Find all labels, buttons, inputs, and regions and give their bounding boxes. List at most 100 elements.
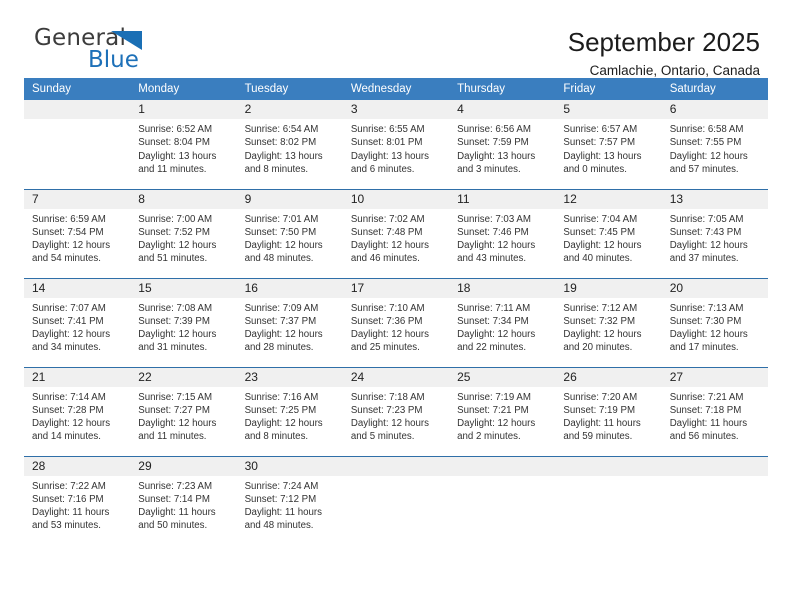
- sunset-line: Sunset: 7:18 PM: [669, 404, 742, 416]
- daylight-line-2: and 57 minutes.: [669, 163, 739, 175]
- day-cell-23[interactable]: 23 Sunrise: 7:16 AM Sunset: 7:25 PM Dayligh…: [236, 366, 343, 456]
- sunrise-line: Sunrise: 7:23 AM: [138, 480, 213, 492]
- calendar-week-row: 7 Sunrise: 6:59 AM Sunset: 7:54 PM Daylight…: [24, 188, 768, 278]
- day-cell-22[interactable]: 22 Sunrise: 7:15 AM Sunset: 7:27 PM Dayligh…: [130, 366, 237, 456]
- day-number: 28: [24, 456, 131, 476]
- day-number: 7: [24, 189, 131, 209]
- day-details: Sunrise: 7:07 AM Sunset: 7:41 PM Daylight:…: [24, 298, 130, 355]
- daylight-line-2: and 54 minutes.: [32, 253, 101, 265]
- day-cell-25[interactable]: 25 Sunrise: 7:19 AM Sunset: 7:21 PM Dayligh…: [449, 366, 556, 456]
- day-details: Sunrise: 7:08 AM Sunset: 7:39 PM Daylight:…: [130, 298, 236, 355]
- day-cell-19[interactable]: 19 Sunrise: 7:12 AM Sunset: 7:32 PM Dayligh…: [555, 277, 662, 367]
- daylight-line-1: Daylight: 12 hours: [457, 418, 536, 430]
- daylight-line-2: and 40 minutes.: [563, 253, 633, 265]
- day-cell-27[interactable]: 27 Sunrise: 7:21 AM Sunset: 7:18 PM Dayligh…: [661, 366, 768, 456]
- day-details: [343, 476, 449, 480]
- daylight-line-1: Daylight: 12 hours: [138, 329, 217, 341]
- day-number: 29: [130, 456, 237, 476]
- day-cell-10[interactable]: 10 Sunrise: 7:02 AM Sunset: 7:48 PM Dayligh…: [342, 188, 450, 278]
- day-number: 24: [342, 367, 450, 387]
- day-cell-18[interactable]: 18 Sunrise: 7:11 AM Sunset: 7:34 PM Dayligh…: [449, 277, 556, 367]
- sunset-line: Sunset: 8:02 PM: [244, 137, 317, 149]
- day-number: [24, 100, 131, 119]
- day-cell-15[interactable]: 15 Sunrise: 7:08 AM Sunset: 7:39 PM Dayligh…: [130, 277, 237, 367]
- daylight-line-2: and 28 minutes.: [244, 342, 314, 354]
- day-cell-4[interactable]: 4 Sunrise: 6:56 AM Sunset: 7:59 PM Daylight…: [449, 100, 556, 189]
- sunset-line: Sunset: 7:36 PM: [350, 315, 423, 327]
- sunset-line: Sunset: 7:43 PM: [669, 226, 742, 238]
- day-number: 18: [449, 278, 556, 298]
- day-cell-5[interactable]: 5 Sunrise: 6:57 AM Sunset: 7:57 PM Daylight…: [555, 100, 662, 189]
- daylight-line-1: Daylight: 13 hours: [350, 150, 429, 162]
- daylight-line-2: and 51 minutes.: [138, 253, 208, 265]
- day-number: 15: [130, 278, 237, 298]
- sunrise-line: Sunrise: 7:18 AM: [350, 391, 425, 403]
- day-cell-17[interactable]: 17 Sunrise: 7:10 AM Sunset: 7:36 PM Dayligh…: [342, 277, 450, 367]
- daylight-line-2: and 8 minutes.: [244, 431, 309, 443]
- day-cell-29[interactable]: 29 Sunrise: 7:23 AM Sunset: 7:14 PM Dayligh…: [130, 455, 237, 545]
- daylight-line-1: Daylight: 13 hours: [244, 150, 323, 162]
- sunset-line: Sunset: 7:12 PM: [244, 493, 317, 505]
- daylight-line-1: Daylight: 12 hours: [457, 329, 536, 341]
- day-details: Sunrise: 7:14 AM Sunset: 7:28 PM Daylight:…: [24, 387, 130, 444]
- daylight-line-2: and 6 minutes.: [350, 163, 415, 175]
- day-cell-28[interactable]: 28 Sunrise: 7:22 AM Sunset: 7:16 PM Dayligh…: [24, 455, 131, 545]
- day-details: Sunrise: 7:18 AM Sunset: 7:23 PM Daylight:…: [343, 387, 449, 444]
- day-cell-21[interactable]: 21 Sunrise: 7:14 AM Sunset: 7:28 PM Dayligh…: [24, 366, 131, 456]
- sunrise-line: Sunrise: 7:19 AM: [457, 391, 531, 403]
- sunrise-line: Sunrise: 7:07 AM: [32, 302, 106, 314]
- day-cell-2[interactable]: 2 Sunrise: 6:54 AM Sunset: 8:02 PM Daylight…: [236, 100, 343, 189]
- sunrise-line: Sunrise: 7:15 AM: [138, 391, 213, 403]
- weekday-header-wednesday: Wednesday: [342, 78, 450, 100]
- daylight-line-1: Daylight: 12 hours: [350, 240, 429, 252]
- day-details: Sunrise: 6:52 AM Sunset: 8:04 PM Daylight:…: [130, 119, 236, 176]
- daylight-line-2: and 31 minutes.: [138, 342, 208, 354]
- day-details: Sunrise: 7:21 AM Sunset: 7:18 PM Daylight:…: [662, 387, 768, 444]
- day-cell-empty: [24, 100, 131, 189]
- sunset-line: Sunset: 8:01 PM: [350, 137, 423, 149]
- day-number: [342, 456, 450, 476]
- sunset-line: Sunset: 7:50 PM: [244, 226, 317, 238]
- day-cell-26[interactable]: 26 Sunrise: 7:20 AM Sunset: 7:19 PM Dayligh…: [555, 366, 662, 456]
- sunrise-line: Sunrise: 7:16 AM: [244, 391, 319, 403]
- day-details: Sunrise: 7:03 AM Sunset: 7:46 PM Daylight:…: [449, 209, 555, 266]
- day-number: 30: [236, 456, 343, 476]
- day-number: [661, 456, 768, 476]
- daylight-line-1: Daylight: 12 hours: [457, 240, 536, 252]
- day-cell-16[interactable]: 16 Sunrise: 7:09 AM Sunset: 7:37 PM Dayligh…: [236, 277, 343, 367]
- daylight-line-1: Daylight: 12 hours: [350, 418, 429, 430]
- day-details: Sunrise: 6:55 AM Sunset: 8:01 PM Daylight:…: [343, 119, 449, 176]
- day-cell-8[interactable]: 8 Sunrise: 7:00 AM Sunset: 7:52 PM Daylight…: [130, 188, 237, 278]
- day-cell-24[interactable]: 24 Sunrise: 7:18 AM Sunset: 7:23 PM Dayligh…: [342, 366, 450, 456]
- day-details: Sunrise: 7:05 AM Sunset: 7:43 PM Daylight:…: [662, 209, 768, 266]
- day-number: 23: [236, 367, 343, 387]
- daylight-line-1: Daylight: 11 hours: [244, 507, 322, 519]
- day-cell-30[interactable]: 30 Sunrise: 7:24 AM Sunset: 7:12 PM Dayligh…: [236, 455, 343, 545]
- day-cell-13[interactable]: 13 Sunrise: 7:05 AM Sunset: 7:43 PM Dayligh…: [661, 188, 768, 278]
- weekday-header-saturday: Saturday: [661, 78, 768, 100]
- day-cell-6[interactable]: 6 Sunrise: 6:58 AM Sunset: 7:55 PM Daylight…: [661, 100, 768, 189]
- sunset-line: Sunset: 7:21 PM: [457, 404, 529, 416]
- day-details: Sunrise: 7:01 AM Sunset: 7:50 PM Daylight:…: [237, 209, 343, 266]
- day-number: 13: [661, 189, 768, 209]
- location-subtitle: Camlachie, Ontario, Canada: [589, 63, 760, 78]
- day-details: Sunrise: 7:16 AM Sunset: 7:25 PM Daylight:…: [237, 387, 343, 444]
- day-cell-9[interactable]: 9 Sunrise: 7:01 AM Sunset: 7:50 PM Daylight…: [236, 188, 343, 278]
- day-cell-3[interactable]: 3 Sunrise: 6:55 AM Sunset: 8:01 PM Daylight…: [342, 100, 450, 189]
- day-details: Sunrise: 7:20 AM Sunset: 7:19 PM Daylight:…: [555, 387, 661, 444]
- calendar-week-row: 14 Sunrise: 7:07 AM Sunset: 7:41 PM Dayligh…: [24, 277, 768, 367]
- day-cell-12[interactable]: 12 Sunrise: 7:04 AM Sunset: 7:45 PM Dayligh…: [555, 188, 662, 278]
- sunrise-line: Sunrise: 7:08 AM: [138, 302, 213, 314]
- day-details: Sunrise: 7:19 AM Sunset: 7:21 PM Daylight:…: [449, 387, 555, 444]
- day-cell-11[interactable]: 11 Sunrise: 7:03 AM Sunset: 7:46 PM Dayligh…: [449, 188, 556, 278]
- sunrise-line: Sunrise: 6:54 AM: [244, 124, 319, 135]
- day-cell-14[interactable]: 14 Sunrise: 7:07 AM Sunset: 7:41 PM Dayligh…: [24, 277, 131, 367]
- day-cell-20[interactable]: 20 Sunrise: 7:13 AM Sunset: 7:30 PM Dayligh…: [661, 277, 768, 367]
- weekday-header-tuesday: Tuesday: [236, 78, 343, 100]
- daylight-line-2: and 43 minutes.: [457, 253, 527, 265]
- day-cell-1[interactable]: 1 Sunrise: 6:52 AM Sunset: 8:04 PM Daylight…: [130, 100, 237, 189]
- general-blue-logo[interactable]: General Blue: [24, 26, 224, 82]
- day-details: [555, 476, 661, 480]
- day-cell-7[interactable]: 7 Sunrise: 6:59 AM Sunset: 7:54 PM Daylight…: [24, 188, 131, 278]
- day-details: Sunrise: 7:22 AM Sunset: 7:16 PM Daylight:…: [24, 476, 130, 533]
